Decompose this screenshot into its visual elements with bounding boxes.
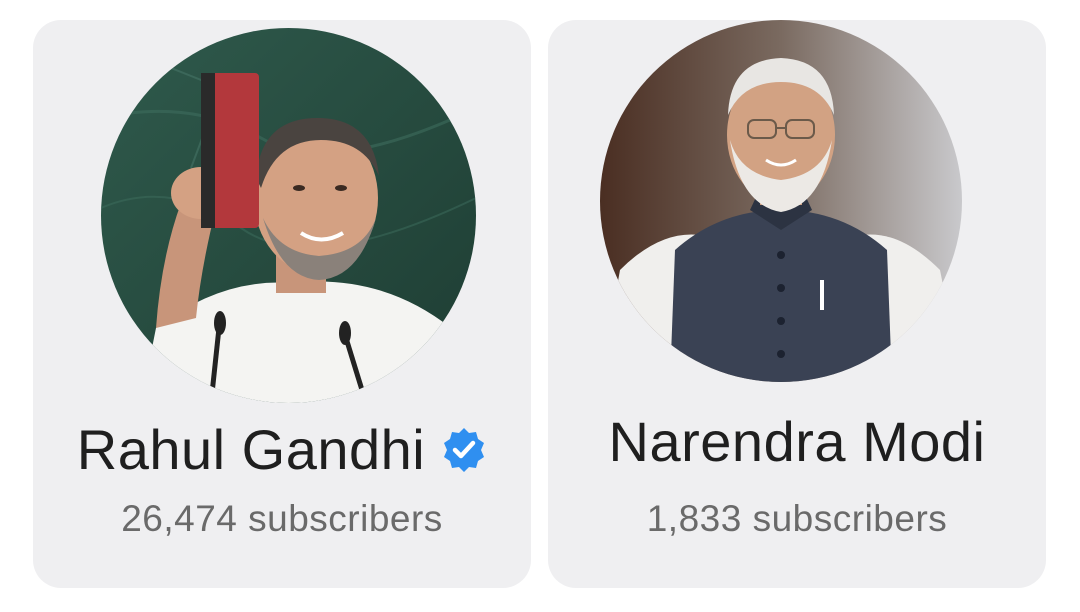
profile-card-rahul-gandhi[interactable]: Rahul Gandhi 26,474 subscribers <box>33 20 531 588</box>
verified-badge-icon <box>444 428 485 472</box>
subscriber-count: 26,474 subscribers <box>121 498 443 539</box>
subscriber-count: 1,833 subscribers <box>646 498 948 539</box>
avatar[interactable] <box>600 20 962 382</box>
profile-name[interactable]: Narendra Modi <box>609 404 986 480</box>
comparison-screen: Rahul Gandhi 26,474 subscribers Narendra… <box>0 0 1080 612</box>
profile-name[interactable]: Rahul Gandhi <box>77 412 425 488</box>
profile-card-narendra-modi[interactable]: Narendra Modi 1,833 subscribers <box>548 20 1046 588</box>
name-row: Rahul Gandhi <box>33 412 531 488</box>
avatar[interactable] <box>101 28 476 403</box>
name-row: Narendra Modi <box>548 404 1046 480</box>
profile-photo-icon <box>101 28 476 403</box>
profile-photo-icon <box>600 20 962 382</box>
